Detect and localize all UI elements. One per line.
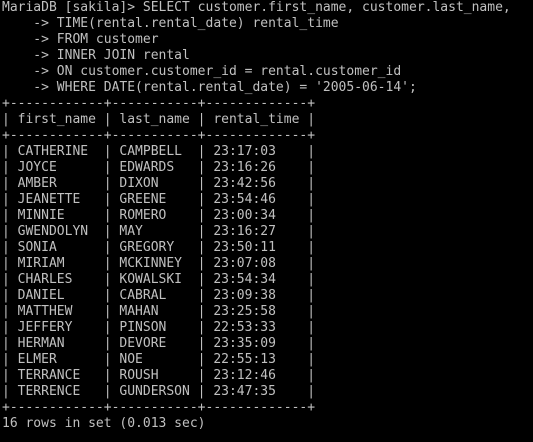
table-row: | GWENDOLYN | MAY | 23:16:27 | [2,224,316,239]
table-row: | ELMER | NOE | 22:55:13 | [2,352,316,367]
table-row: | MINNIE | ROMERO | 23:00:34 | [2,208,316,223]
query-line-prompt: MariaDB [sakila]> SELECT customer.first_… [2,0,511,15]
table-row: | CATHERINE | CAMPBELL | 23:17:03 | [2,144,316,159]
table-row: | JEFFERY | PINSON | 22:53:33 | [2,320,316,335]
table-row: | JEANETTE | GREENE | 23:54:46 | [2,192,316,207]
sql-query: MariaDB [sakila]> SELECT customer.first_… [2,0,533,96]
table-border-top: +------------+-----------+-------------+ [2,96,316,111]
query-line: -> FROM customer [2,32,159,47]
table-row: | MIRIAM | MCKINNEY | 23:07:08 | [2,256,316,271]
terminal-window[interactable]: MariaDB [sakila]> SELECT customer.first_… [0,0,533,442]
table-border-bottom: +------------+-----------+-------------+ [2,400,316,415]
table-row: | MATTHEW | MAHAN | 23:25:58 | [2,304,316,319]
table-row: | DANIEL | CABRAL | 23:09:38 | [2,288,316,303]
row-count-summary: 16 rows in set (0.013 sec) [2,416,206,431]
query-line: -> WHERE DATE(rental.rental_date) = '200… [2,80,417,95]
query-line: -> INNER JOIN rental [2,48,190,63]
query-line: -> TIME(rental.rental_date) rental_time [2,16,339,31]
table-row: | CHARLES | KOWALSKI | 23:54:34 | [2,272,316,287]
result-table: +------------+-----------+-------------+… [2,96,533,416]
query-line: -> ON customer.customer_id = rental.cust… [2,64,402,79]
table-row: | SONIA | GREGORY | 23:50:11 | [2,240,316,255]
table-border-mid: +------------+-----------+-------------+ [2,128,316,143]
table-header: | first_name | last_name | rental_time | [2,112,316,127]
table-row: | JOYCE | EDWARDS | 23:16:26 | [2,160,316,175]
table-row: | HERMAN | DEVORE | 23:35:09 | [2,336,316,351]
table-row: | TERRENCE | GUNDERSON | 23:47:35 | [2,384,316,399]
table-row: | AMBER | DIXON | 23:42:56 | [2,176,316,191]
table-row: | TERRANCE | ROUSH | 23:12:46 | [2,368,316,383]
